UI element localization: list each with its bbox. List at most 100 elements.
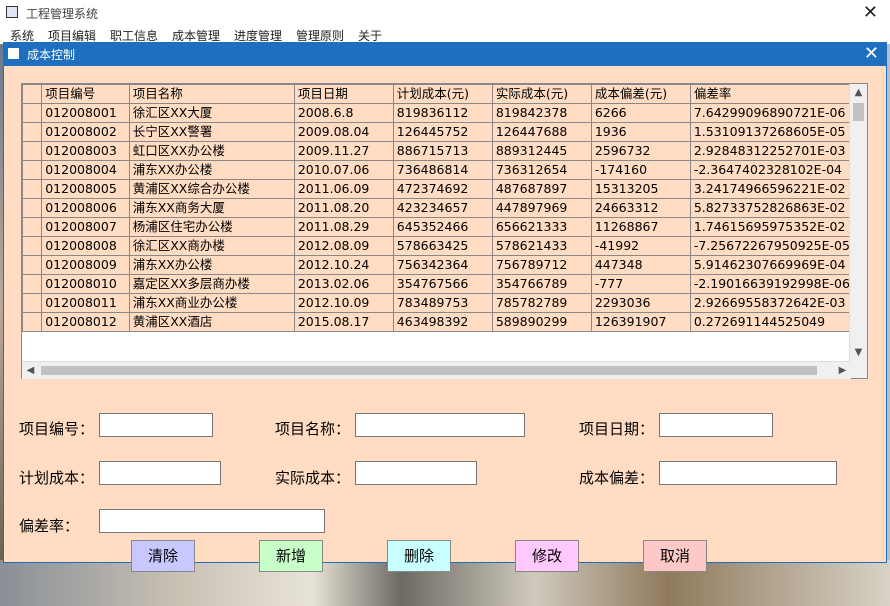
table-row[interactable]: 012008007 杨浦区住宅办公楼 2011.08.29 645352466 6566… bbox=[22, 217, 851, 237]
table-cell[interactable]: 736486814 bbox=[392, 160, 493, 180]
row-selector[interactable] bbox=[22, 179, 43, 199]
delete-button[interactable]: 删除 bbox=[387, 540, 451, 572]
column-header[interactable]: 偏差率 bbox=[689, 84, 851, 104]
vertical-scrollbar[interactable]: ▲ ▼ bbox=[849, 84, 867, 361]
table-cell[interactable]: 819836112 bbox=[392, 103, 493, 123]
table-cell[interactable]: 736312654 bbox=[491, 160, 592, 180]
row-selector[interactable] bbox=[22, 255, 43, 275]
row-selector[interactable] bbox=[22, 198, 43, 218]
table-cell[interactable]: 447897969 bbox=[491, 198, 592, 218]
table-cell[interactable]: 578621433 bbox=[491, 236, 592, 256]
row-selector[interactable] bbox=[22, 217, 43, 237]
table-cell[interactable]: 2012.10.09 bbox=[293, 293, 394, 313]
table-cell[interactable]: 长宁区XX警署 bbox=[128, 122, 295, 142]
row-selector[interactable] bbox=[22, 293, 43, 313]
table-row[interactable]: 012008004 浦东XX办公楼 2010.07.06 736486814 73631… bbox=[22, 160, 851, 180]
table-cell[interactable]: 2015.08.17 bbox=[293, 312, 394, 332]
horizontal-scroll-thumb[interactable] bbox=[41, 366, 817, 375]
table-cell[interactable]: 黄浦区XX酒店 bbox=[128, 312, 295, 332]
scroll-right-icon[interactable]: ▶ bbox=[834, 362, 851, 379]
table-cell[interactable]: 2596732 bbox=[590, 141, 691, 161]
table-cell[interactable]: 5.82733752826863E-02 bbox=[689, 198, 851, 218]
project-id-field[interactable] bbox=[99, 413, 213, 437]
table-cell[interactable]: 2011.08.29 bbox=[293, 217, 394, 237]
table-cell[interactable]: 463498392 bbox=[392, 312, 493, 332]
add-button[interactable]: 新增 bbox=[259, 540, 323, 572]
table-cell[interactable]: 2011.06.09 bbox=[293, 179, 394, 199]
table-cell[interactable]: 2009.11.27 bbox=[293, 141, 394, 161]
table-cell[interactable]: 656621333 bbox=[491, 217, 592, 237]
table-cell[interactable]: -174160 bbox=[590, 160, 691, 180]
row-selector[interactable] bbox=[22, 274, 43, 294]
table-cell[interactable]: 1.53109137268605E-05 bbox=[689, 122, 851, 142]
table-cell[interactable]: 886715713 bbox=[392, 141, 493, 161]
row-selector-header[interactable] bbox=[22, 84, 43, 104]
column-header[interactable]: 项目编号 bbox=[41, 84, 130, 104]
table-row[interactable]: 012008002 长宁区XX警署 2009.08.04 126445752 12644… bbox=[22, 122, 851, 142]
modify-button[interactable]: 修改 bbox=[515, 540, 579, 572]
main-close-icon[interactable]: ✕ bbox=[863, 2, 878, 23]
table-cell[interactable]: 浦东XX商业办公楼 bbox=[128, 293, 295, 313]
dialog-close-icon[interactable]: ✕ bbox=[864, 43, 879, 64]
table-cell[interactable]: 2013.02.06 bbox=[293, 274, 394, 294]
table-cell[interactable]: 012008002 bbox=[41, 122, 130, 142]
cancel-button[interactable]: 取消 bbox=[643, 540, 707, 572]
column-header[interactable]: 项目名称 bbox=[128, 84, 295, 104]
table-cell[interactable]: 819842378 bbox=[491, 103, 592, 123]
table-cell[interactable]: 1.74615695975352E-02 bbox=[689, 217, 851, 237]
table-cell[interactable]: 黄浦区XX综合办公楼 bbox=[128, 179, 295, 199]
table-cell[interactable]: 5.91462307669969E-04 bbox=[689, 255, 851, 275]
table-row[interactable]: 012008010 嘉定区XX多层商办楼 2013.02.06 354767566 35… bbox=[22, 274, 851, 294]
table-cell[interactable]: 012008011 bbox=[41, 293, 130, 313]
table-cell[interactable]: -777 bbox=[590, 274, 691, 294]
table-cell[interactable]: 012008008 bbox=[41, 236, 130, 256]
table-cell[interactable]: 杨浦区住宅办公楼 bbox=[128, 217, 295, 237]
table-cell[interactable]: 2011.08.20 bbox=[293, 198, 394, 218]
row-selector[interactable] bbox=[22, 160, 43, 180]
table-cell[interactable]: 012008001 bbox=[41, 103, 130, 123]
table-cell[interactable]: 012008009 bbox=[41, 255, 130, 275]
cost-data-grid[interactable]: 项目编号 项目名称 项目日期 计划成本(元) 实际成本(元) 成本偏差(元) 偏… bbox=[21, 83, 868, 379]
table-cell[interactable]: 2.92669558372642E-03 bbox=[689, 293, 851, 313]
table-cell[interactable]: 126445752 bbox=[392, 122, 493, 142]
table-cell[interactable]: 423234657 bbox=[392, 198, 493, 218]
table-cell[interactable]: 012008006 bbox=[41, 198, 130, 218]
table-cell[interactable]: 012008003 bbox=[41, 141, 130, 161]
table-cell[interactable]: 2.92848312252701E-03 bbox=[689, 141, 851, 161]
table-cell[interactable]: -2.3647402328102E-04 bbox=[689, 160, 851, 180]
table-cell[interactable]: 7.64299096890721E-06 bbox=[689, 103, 851, 123]
row-selector[interactable] bbox=[22, 312, 43, 332]
horizontal-scrollbar[interactable]: ◀ ▶ bbox=[22, 361, 851, 379]
table-row[interactable]: 012008008 徐汇区XX商办楼 2012.08.09 578663425 5786… bbox=[22, 236, 851, 256]
table-cell[interactable]: 徐汇区XX大厦 bbox=[128, 103, 295, 123]
project-date-field[interactable] bbox=[659, 413, 773, 437]
table-cell[interactable]: 126447688 bbox=[491, 122, 592, 142]
actual-cost-field[interactable] bbox=[355, 461, 477, 485]
table-cell[interactable]: -41992 bbox=[590, 236, 691, 256]
table-cell[interactable]: 2009.08.04 bbox=[293, 122, 394, 142]
table-cell[interactable]: 24663312 bbox=[590, 198, 691, 218]
table-cell[interactable]: -2.19016639192998E-06 bbox=[689, 274, 851, 294]
table-cell[interactable]: 012008004 bbox=[41, 160, 130, 180]
table-cell[interactable]: 6266 bbox=[590, 103, 691, 123]
row-selector[interactable] bbox=[22, 141, 43, 161]
table-cell[interactable]: 15313205 bbox=[590, 179, 691, 199]
table-cell[interactable]: 354766789 bbox=[491, 274, 592, 294]
scroll-left-icon[interactable]: ◀ bbox=[22, 362, 39, 379]
column-header[interactable]: 实际成本(元) bbox=[491, 84, 592, 104]
table-cell[interactable]: 354767566 bbox=[392, 274, 493, 294]
table-cell[interactable]: 012008005 bbox=[41, 179, 130, 199]
table-cell[interactable]: 785782789 bbox=[491, 293, 592, 313]
table-cell[interactable]: 2010.07.06 bbox=[293, 160, 394, 180]
table-cell[interactable]: 浦东XX商务大厦 bbox=[128, 198, 295, 218]
table-row[interactable]: 012008009 浦东XX办公楼 2012.10.24 756342364 75678… bbox=[22, 255, 851, 275]
table-cell[interactable]: 783489753 bbox=[392, 293, 493, 313]
table-cell[interactable]: 2012.10.24 bbox=[293, 255, 394, 275]
table-row[interactable]: 012008001 徐汇区XX大厦 2008.6.8 819836112 8198423… bbox=[22, 103, 851, 123]
table-cell[interactable]: 889312445 bbox=[491, 141, 592, 161]
cost-variance-field[interactable] bbox=[659, 461, 837, 485]
table-cell[interactable]: 756342364 bbox=[392, 255, 493, 275]
table-row[interactable]: 012008003 虹口区XX办公楼 2009.11.27 886715713 8893… bbox=[22, 141, 851, 161]
row-selector[interactable] bbox=[22, 103, 43, 123]
table-cell[interactable]: 472374692 bbox=[392, 179, 493, 199]
